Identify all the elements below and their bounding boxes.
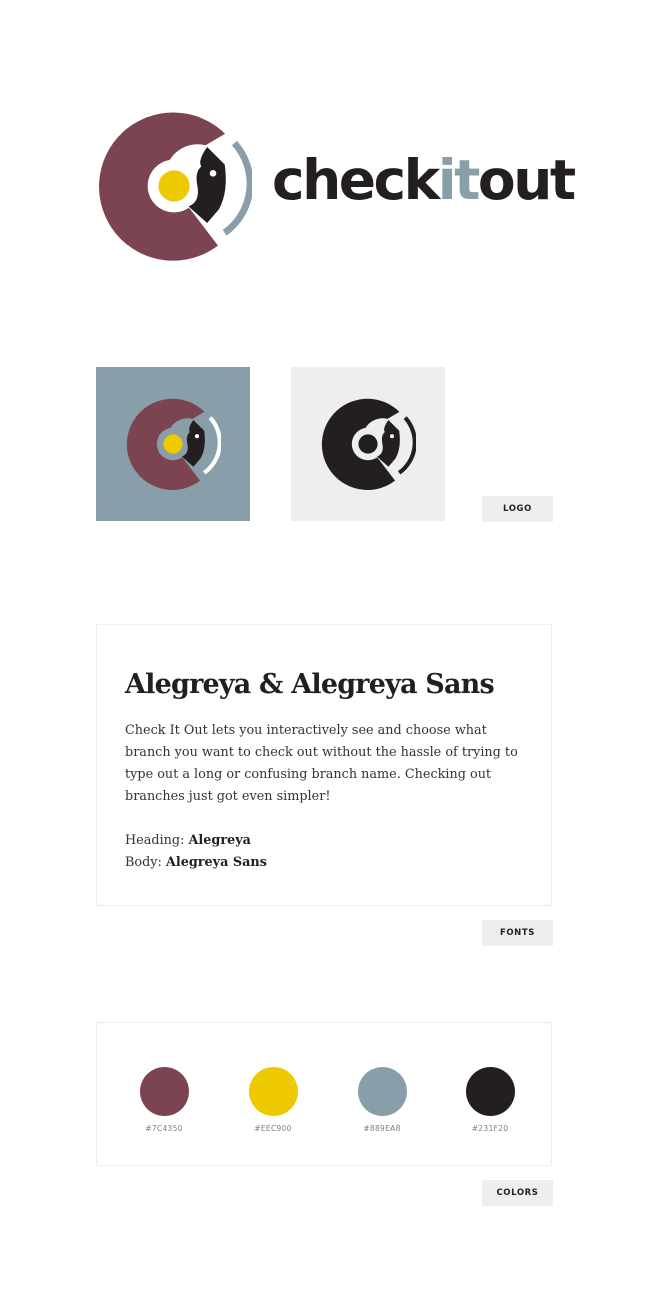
fonts-sample-paragraph: Check It Out lets you interactively see … — [125, 723, 518, 804]
colors-card: #7C4350 #EEC900 #889EA8 #231F20 — [96, 1022, 552, 1166]
color-swatch: #7C4350 — [139, 1067, 189, 1133]
logo-mark-icon — [99, 112, 252, 261]
color-swatch-hex: #EEC900 — [254, 1124, 292, 1133]
color-swatch-dot — [465, 1067, 515, 1116]
logo-section-label: LOGO — [482, 496, 553, 522]
color-swatch-hex: #231F20 — [471, 1124, 509, 1133]
logo-variant-mono-tile — [291, 367, 445, 521]
heading-font-line: Heading: Alegreya — [125, 830, 251, 852]
color-swatch-dot — [248, 1067, 298, 1116]
brand-wordmark: checkitout — [272, 140, 576, 220]
wordmark-check: check — [272, 148, 440, 212]
fonts-section-label: FONTS — [482, 920, 553, 946]
fonts-heading: Alegreya & Alegreya Sans — [125, 669, 495, 700]
body-font-name: Alegreya Sans — [165, 855, 267, 870]
heading-font-name: Alegreya — [188, 833, 251, 848]
color-swatch: #EEC900 — [248, 1067, 298, 1133]
color-swatch-dot — [357, 1067, 407, 1116]
fonts-card: Alegreya & Alegreya Sans Check It Out le… — [96, 624, 552, 906]
color-swatch-dot — [139, 1067, 189, 1116]
wordmark-out: out — [477, 148, 576, 212]
color-swatch-hex: #7C4350 — [145, 1124, 183, 1133]
wordmark-it: it — [437, 148, 481, 212]
heading-font-label: Heading: — [125, 833, 185, 848]
color-swatch: #889EA8 — [357, 1067, 407, 1133]
logo-variant-color-tile — [96, 367, 250, 521]
color-swatch: #231F20 — [465, 1067, 515, 1133]
colors-section-label: COLORS — [482, 1180, 553, 1206]
body-font-line: Body: Alegreya Sans — [125, 852, 267, 874]
logo-mark-color-icon — [126, 398, 221, 490]
logo-mark-mono-icon — [321, 398, 416, 490]
color-swatch-hex: #889EA8 — [363, 1124, 401, 1133]
body-font-label: Body: — [125, 855, 162, 870]
